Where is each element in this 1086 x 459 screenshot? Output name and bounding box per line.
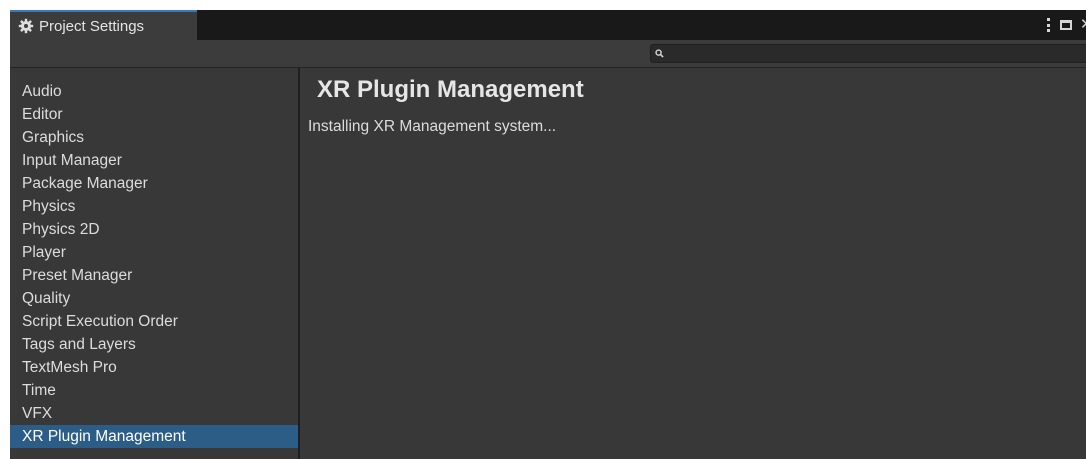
search-input[interactable] <box>664 46 1068 61</box>
search-icon <box>655 49 664 58</box>
maximize-icon[interactable] <box>1060 20 1072 30</box>
sidebar-item-script-execution-order[interactable]: Script Execution Order <box>10 310 298 333</box>
kebab-menu-icon[interactable] <box>1044 18 1052 32</box>
close-icon[interactable]: ✕ <box>1080 17 1086 32</box>
page-title: XR Plugin Management <box>317 76 584 103</box>
tab-project-settings[interactable]: Project Settings <box>10 10 197 40</box>
sidebar-item-time[interactable]: Time <box>10 379 298 402</box>
sidebar-item-player[interactable]: Player <box>10 241 298 264</box>
tab-bar: Project Settings ✕ <box>10 10 1086 40</box>
settings-sidebar: Audio Editor Graphics Input Manager Pack… <box>10 68 300 459</box>
sidebar-item-quality[interactable]: Quality <box>10 287 298 310</box>
search-field[interactable] <box>650 44 1086 63</box>
sidebar-item-textmesh-pro[interactable]: TextMesh Pro <box>10 356 298 379</box>
gear-icon <box>18 18 34 34</box>
sidebar-item-audio[interactable]: Audio <box>10 80 298 103</box>
search-row <box>10 40 1086 68</box>
tab-title: Project Settings <box>39 17 145 35</box>
sidebar-item-vfx[interactable]: VFX <box>10 402 298 425</box>
project-settings-window: Project Settings ✕ Audio Editor Graphics… <box>10 10 1086 459</box>
sidebar-item-graphics[interactable]: Graphics <box>10 126 298 149</box>
sidebar-item-package-manager[interactable]: Package Manager <box>10 172 298 195</box>
sidebar-item-physics[interactable]: Physics <box>10 195 298 218</box>
sidebar-item-preset-manager[interactable]: Preset Manager <box>10 264 298 287</box>
sidebar-item-editor[interactable]: Editor <box>10 103 298 126</box>
status-text: Installing XR Management system... <box>308 118 557 135</box>
settings-content: XR Plugin Management Installing XR Manag… <box>302 68 1086 459</box>
sidebar-item-tags-and-layers[interactable]: Tags and Layers <box>10 333 298 356</box>
sidebar-item-physics-2d[interactable]: Physics 2D <box>10 218 298 241</box>
window-controls: ✕ <box>1044 14 1086 36</box>
sidebar-item-xr-plugin-management[interactable]: XR Plugin Management <box>10 425 298 448</box>
sidebar-item-input-manager[interactable]: Input Manager <box>10 149 298 172</box>
